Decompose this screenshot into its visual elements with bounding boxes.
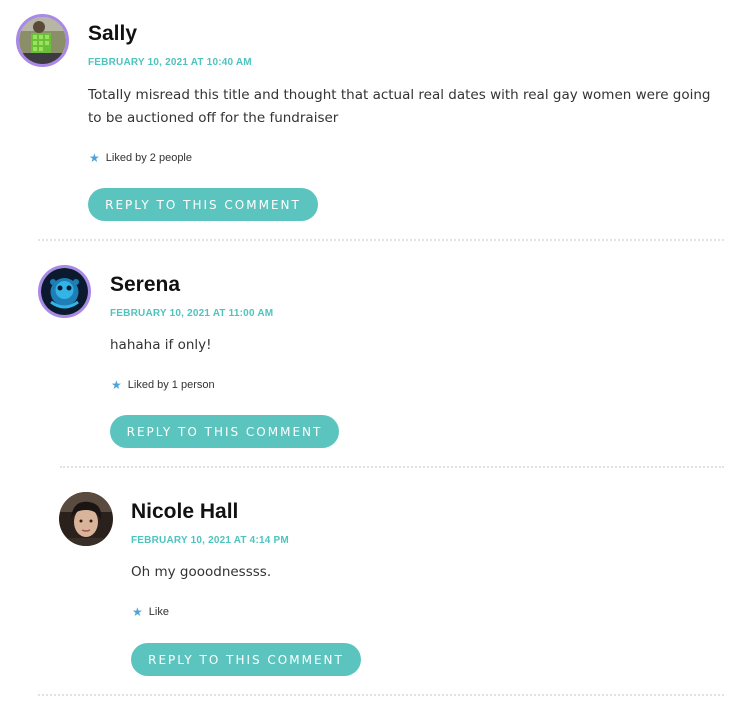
reply-button[interactable]: REPLY TO THIS COMMENT <box>131 643 361 676</box>
avatar-photo-icon <box>19 17 66 64</box>
comment-text: Totally misread this title and thought t… <box>88 87 711 126</box>
like-label: Like <box>148 606 169 618</box>
likes-count[interactable]: ★ Liked by 1 person <box>111 379 215 391</box>
comment-text: Oh my gooodnessss. <box>131 564 272 580</box>
star-icon: ★ <box>132 605 143 619</box>
reply-button[interactable]: REPLY TO THIS COMMENT <box>88 188 318 221</box>
likes-count[interactable]: ★ Liked by 2 people <box>89 152 192 164</box>
avatar-nicole-hall[interactable] <box>59 492 113 546</box>
comment-date[interactable]: FEBRUARY 10, 2021 AT 4:14 PM <box>131 535 289 546</box>
avatar-photo-icon <box>41 268 88 315</box>
like-button[interactable]: ★ Like <box>132 606 169 618</box>
comment-date[interactable]: FEBRUARY 10, 2021 AT 11:00 AM <box>110 308 273 319</box>
star-icon: ★ <box>89 151 100 165</box>
star-icon: ★ <box>111 378 122 392</box>
comment-date[interactable]: FEBRUARY 10, 2021 AT 10:40 AM <box>88 57 252 68</box>
comment-author[interactable]: Nicole Hall <box>131 500 238 524</box>
reply-button[interactable]: REPLY TO THIS COMMENT <box>110 415 339 448</box>
comment-divider <box>38 694 724 696</box>
avatar-photo-icon <box>59 492 113 546</box>
comment-text: hahaha if only! <box>110 337 212 353</box>
comment-author[interactable]: Serena <box>110 273 180 297</box>
comment-divider <box>60 466 724 468</box>
likes-label: Liked by 2 people <box>105 152 192 164</box>
avatar-sally[interactable] <box>16 14 69 67</box>
comment-author[interactable]: Sally <box>88 22 137 46</box>
comment-divider <box>38 239 724 241</box>
avatar-serena[interactable] <box>38 265 91 318</box>
likes-label: Liked by 1 person <box>127 379 215 391</box>
